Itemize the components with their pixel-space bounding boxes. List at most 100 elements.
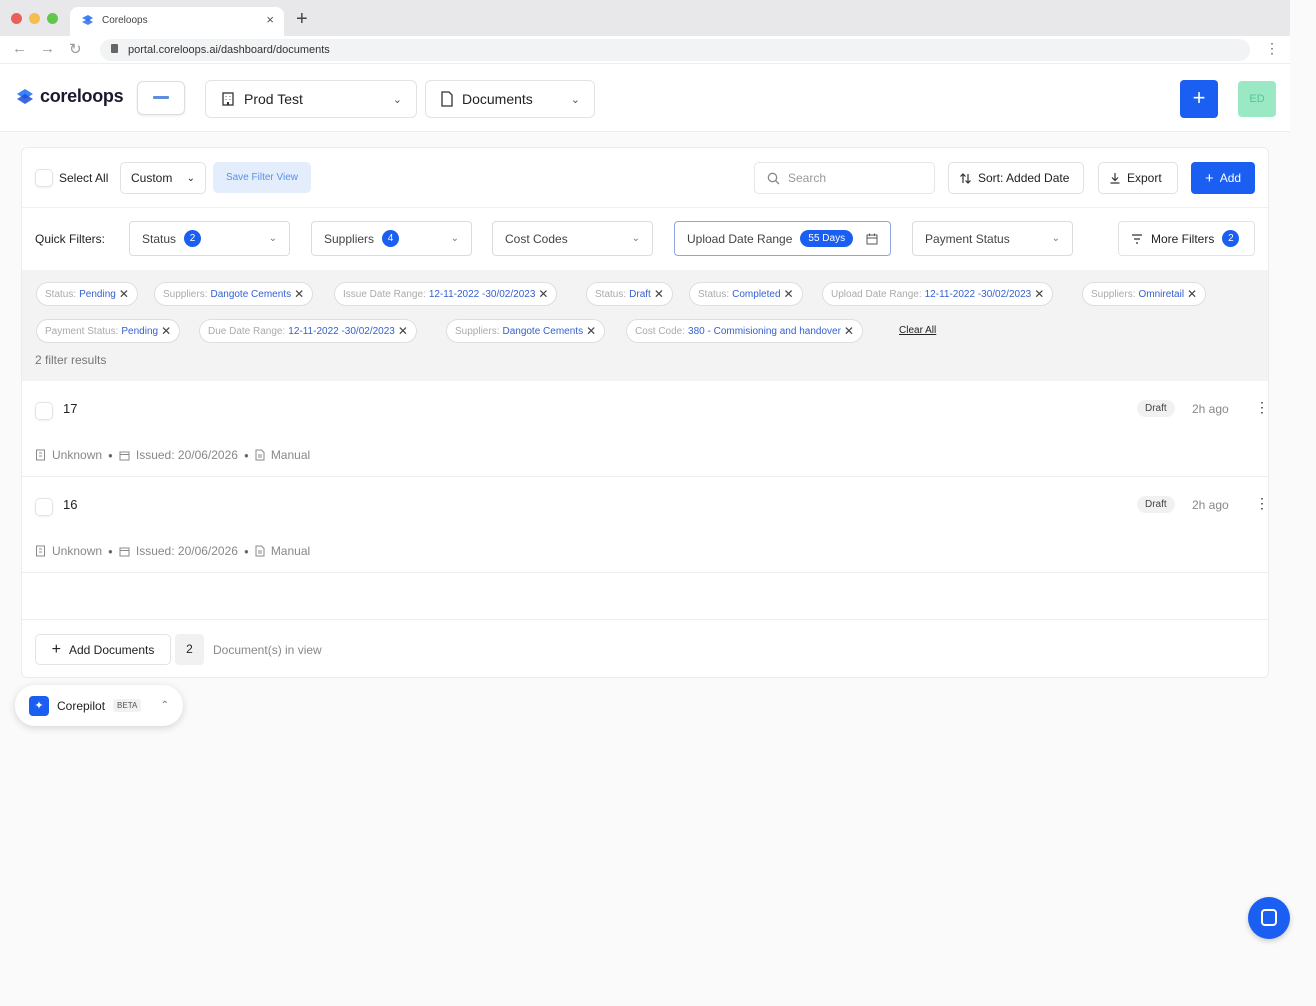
chip-key: Status: [45,288,77,300]
chevron-down-icon: ⌄ [186,172,195,184]
remove-chip-icon[interactable]: ✕ [654,287,664,301]
row-checkbox[interactable] [36,499,52,515]
close-window-icon[interactable] [11,13,22,24]
corepilot-widget[interactable]: ✦ Corepilot BETA ⌃ [15,685,183,726]
save-filter-view-button[interactable]: Save Filter View [213,162,311,193]
filter-chip: Upload Date Range: 12-11-2022 -30/02/2023… [822,282,1054,306]
more-filters-button[interactable]: More Filters 2 [1118,221,1255,256]
logo-text: coreloops [40,86,124,106]
building-icon [222,92,234,106]
add-button[interactable]: + Add [1191,162,1255,194]
upload-date-range-filter[interactable]: Upload Date Range 55 Days [674,221,891,256]
select-all-checkbox[interactable] [36,170,52,186]
new-tab-icon[interactable]: + [296,8,308,30]
tab-close-icon[interactable]: × [266,12,274,27]
upload-date-range-badge: 55 Days [800,230,854,247]
suppliers-filter[interactable]: Suppliers 4 ⌄ [311,221,472,256]
clear-all-link[interactable]: Clear All [899,325,936,336]
more-filters-label: More Filters [1151,231,1215,246]
document-supplier: Unknown [52,544,103,558]
coreloops-favicon-icon [82,15,93,25]
lock-icon [111,44,118,53]
document-number: 16 [63,497,78,512]
document-row[interactable]: 16 Draft 2h ago ⋮ Unknown ● Issued: 20/0… [22,477,1268,573]
create-button[interactable]: + [1180,80,1218,118]
filter-chip: Payment Status: Pending ✕ [36,319,181,343]
remove-chip-icon[interactable]: ✕ [586,324,596,338]
corepilot-label: Corepilot [57,698,106,713]
building-icon [36,545,45,557]
payment-status-filter[interactable]: Payment Status ⌄ [912,221,1073,256]
chip-value: Pending [79,288,116,300]
remove-chip-icon[interactable]: ✕ [1187,287,1197,301]
export-label: Export [1127,171,1162,185]
remove-chip-icon[interactable]: ✕ [161,324,171,338]
status-filter-label: Status [142,231,177,246]
documents-count: 2 [175,634,204,665]
documents-in-view-label: Document(s) in view [213,643,322,657]
chevron-down-icon: ⌄ [1051,233,1060,244]
url-text: portal.coreloops.ai/dashboard/documents [128,44,330,56]
chevron-up-icon[interactable]: ⌃ [161,700,169,711]
browser-tab[interactable]: Coreloops × [70,7,284,36]
documents-card: Select All Custom ⌄ Save Filter View Sea… [21,147,1269,678]
tab-title: Coreloops [102,15,148,26]
chip-value: 12-11-2022 -30/02/2023 [924,288,1032,300]
chip-key: Suppliers: [163,288,208,300]
calendar-icon [866,233,878,244]
document-age: 2h ago [1192,402,1229,416]
browser-address-bar: ← → ↻ portal.coreloops.ai/dashboard/docu… [0,36,1290,64]
back-icon[interactable]: ← [12,40,27,57]
add-documents-label: Add Documents [68,642,155,657]
logo[interactable]: coreloops [14,86,124,107]
separator-dot: ● [108,546,113,556]
row-checkbox[interactable] [36,403,52,419]
org-logo-icon [153,96,169,99]
status-filter-count: 2 [184,230,202,247]
maximize-window-icon[interactable] [47,13,58,24]
view-select[interactable]: Custom ⌄ [120,162,206,194]
chevron-down-icon: ⌄ [631,233,640,244]
organization-switcher[interactable] [137,81,185,115]
add-documents-button[interactable]: + Add Documents [35,634,171,665]
cost-codes-filter[interactable]: Cost Codes ⌄ [492,221,653,256]
chat-support-button[interactable] [1248,897,1290,939]
avatar[interactable]: ED [1238,81,1276,117]
chip-key: Issue Date Range: [343,288,426,300]
remove-chip-icon[interactable]: ✕ [538,287,548,301]
more-filters-count: 2 [1222,230,1240,247]
module-select[interactable]: Documents ⌄ [425,80,595,118]
document-row[interactable]: 17 Draft 2h ago ⋮ Unknown ● Issued: 20/0… [22,381,1268,477]
project-select[interactable]: Prod Test ⌄ [205,80,417,118]
separator-dot: ● [243,546,249,556]
search-input[interactable]: Search [754,162,935,194]
remove-chip-icon[interactable]: ✕ [119,287,129,301]
filter-lines-icon [1132,233,1142,244]
document-icon [255,449,265,461]
chevron-down-icon: ⌄ [268,233,277,244]
quick-filters-label: Quick Filters: [35,232,106,246]
row-menu-icon[interactable]: ⋮ [1255,399,1268,416]
sort-icon [960,172,971,184]
remove-chip-icon[interactable]: ✕ [294,287,304,301]
quick-filters-row: Quick Filters: Status 2 ⌄ Suppliers 4 ⌄ … [22,208,1268,270]
row-menu-icon[interactable]: ⋮ [1255,495,1268,512]
forward-icon[interactable]: → [40,40,55,57]
minimize-window-icon[interactable] [29,13,40,24]
remove-chip-icon[interactable]: ✕ [844,324,854,338]
remove-chip-icon[interactable]: ✕ [784,287,794,301]
filter-chip: Suppliers: Omniretail ✕ [1082,282,1207,306]
chip-key: Status: [698,288,730,300]
browser-menu-icon[interactable]: ⋮ [1265,40,1279,57]
filter-chip: Issue Date Range: 12-11-2022 -30/02/2023 ✕ [334,282,558,306]
building-icon [36,449,45,461]
browser-tabbar: Coreloops × + [0,0,1290,36]
remove-chip-icon[interactable]: ✕ [398,324,408,338]
sort-button[interactable]: Sort: Added Date [948,162,1084,194]
reload-icon[interactable]: ↻ [69,40,82,58]
remove-chip-icon[interactable]: ✕ [1034,287,1044,301]
status-filter[interactable]: Status 2 ⌄ [129,221,290,256]
beta-badge: BETA [113,699,142,712]
url-field[interactable]: portal.coreloops.ai/dashboard/documents [100,39,1250,61]
export-button[interactable]: Export [1098,162,1178,194]
